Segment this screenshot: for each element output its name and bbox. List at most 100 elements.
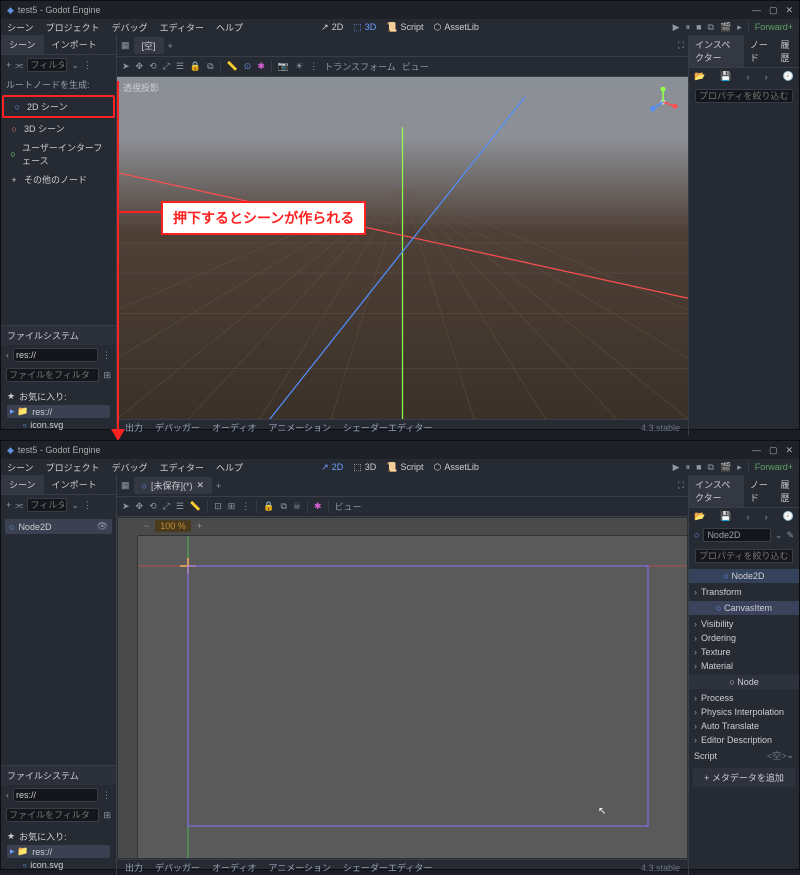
- add-metadata-button[interactable]: + メタデータを追加: [693, 768, 795, 787]
- create-other-node-button[interactable]: + その他のノード: [1, 170, 116, 189]
- remote-button[interactable]: ⧉: [708, 22, 714, 33]
- inspector-pin-icon[interactable]: ⌄: [775, 530, 783, 541]
- zoom-out-icon[interactable]: −: [144, 521, 149, 531]
- viewport-3d[interactable]: 透視投影: [117, 77, 688, 419]
- insp-open-icon[interactable]: 📂: [694, 71, 705, 82]
- tab-history[interactable]: 履歴: [775, 35, 799, 67]
- tab-inspector[interactable]: インスペクター: [689, 35, 744, 67]
- play-scene-button[interactable]: 🎬: [720, 462, 731, 473]
- pause-button[interactable]: ⏸: [686, 462, 691, 473]
- zoom-in-icon[interactable]: +: [197, 521, 202, 531]
- ruler-tool-icon[interactable]: 📏: [190, 501, 201, 512]
- stop-button[interactable]: ■: [696, 22, 701, 32]
- insp-nav-fwd-icon[interactable]: ›: [765, 512, 768, 522]
- panel-audio[interactable]: オーディオ: [212, 861, 256, 874]
- scene-tab-unsaved[interactable]: ○ [未保存](*) ✕: [134, 477, 212, 494]
- select-tool-icon[interactable]: ➤: [122, 61, 130, 72]
- panel-audio[interactable]: オーディオ: [212, 421, 256, 434]
- workspace-assetlib[interactable]: ⬡ AssetLib: [433, 462, 478, 473]
- grid-view-icon[interactable]: ⊞: [103, 810, 111, 821]
- group-icon[interactable]: ⧉: [280, 501, 286, 512]
- play-button[interactable]: ▶: [673, 462, 680, 473]
- minimize-button[interactable]: —: [752, 5, 761, 16]
- minimize-button[interactable]: —: [752, 445, 761, 456]
- select-tool-icon[interactable]: ➤: [122, 501, 130, 512]
- menu-scene[interactable]: シーン: [7, 461, 34, 474]
- snap-icon[interactable]: ⊙: [244, 61, 252, 72]
- tab-import[interactable]: インポート: [44, 475, 105, 494]
- tab-node[interactable]: ノード: [744, 35, 775, 67]
- prop-texture[interactable]: Texture: [689, 645, 799, 659]
- move-tool-icon[interactable]: ✥: [136, 61, 144, 72]
- scene-filter-input[interactable]: [27, 498, 67, 512]
- workspace-2d[interactable]: ↗ 2D: [321, 22, 343, 33]
- panel-animation[interactable]: アニメーション: [268, 421, 331, 434]
- prop-auto-translate[interactable]: Auto Translate: [689, 719, 799, 733]
- renderer-dropdown[interactable]: Forward+: [755, 462, 793, 472]
- add-tab-icon[interactable]: +: [216, 481, 221, 491]
- tab-import[interactable]: インポート: [44, 35, 105, 54]
- inspector-object-name[interactable]: Node2D: [703, 528, 770, 542]
- menu-help[interactable]: ヘルプ: [216, 461, 243, 474]
- fs-path-input[interactable]: [13, 348, 98, 362]
- inspector-filter-input[interactable]: [695, 89, 793, 103]
- maximize-button[interactable]: ▢: [769, 445, 778, 456]
- add-node-icon[interactable]: +: [6, 60, 11, 70]
- zoom-level[interactable]: 100 %: [155, 520, 191, 532]
- sun-icon[interactable]: ☀: [295, 61, 303, 72]
- section-node2d[interactable]: ○ Node2D: [689, 569, 799, 583]
- rotate-tool-icon[interactable]: ⟲: [149, 61, 157, 72]
- fs-filter-input[interactable]: [6, 808, 99, 822]
- prop-visibility[interactable]: Visibility: [689, 617, 799, 631]
- tab-scene[interactable]: シーン: [1, 475, 44, 494]
- workspace-3d[interactable]: ⬚ 3D: [353, 22, 376, 33]
- view-menu[interactable]: ビュー: [402, 60, 429, 73]
- expand-icon[interactable]: ⛶: [678, 40, 684, 51]
- prop-process[interactable]: Process: [689, 691, 799, 705]
- add-node-icon[interactable]: +: [6, 500, 11, 510]
- insp-nav-back-icon[interactable]: ‹: [747, 512, 750, 522]
- scale-tool-icon[interactable]: ⤢: [163, 61, 170, 72]
- camera-icon[interactable]: 📷: [278, 61, 289, 72]
- viewport-2d[interactable]: − 100 % +: [117, 517, 688, 859]
- play-scene-button[interactable]: 🎬: [720, 22, 731, 33]
- menu-editor[interactable]: エディター: [160, 461, 204, 474]
- fs-filter-input[interactable]: [6, 368, 99, 382]
- filter-options-icon[interactable]: ⌄: [71, 60, 79, 71]
- workspace-assetlib[interactable]: ⬡ AssetLib: [433, 22, 478, 33]
- tab-inspector[interactable]: インスペクター: [689, 475, 744, 507]
- panel-shader[interactable]: シェーダーエディター: [343, 421, 432, 434]
- smartsnap-icon[interactable]: ⊡: [214, 501, 222, 512]
- workspace-2d[interactable]: ↗ 2D: [321, 462, 343, 473]
- res-folder[interactable]: ▸ 📁res://: [7, 845, 110, 858]
- menu-debug[interactable]: デバッグ: [112, 21, 148, 34]
- create-ui-scene-button[interactable]: ○ ユーザーインターフェース: [1, 138, 116, 170]
- file-item[interactable]: ▫icon.svg: [7, 418, 110, 432]
- panel-debugger[interactable]: デバッガー: [155, 421, 200, 434]
- lock-icon[interactable]: 🔒: [263, 501, 274, 512]
- move-tool-icon[interactable]: ✥: [136, 501, 144, 512]
- prop-ordering[interactable]: Ordering: [689, 631, 799, 645]
- prop-editor-desc[interactable]: Editor Description: [689, 733, 799, 747]
- menu-scene[interactable]: シーン: [7, 21, 34, 34]
- close-tab-icon[interactable]: ✕: [196, 480, 204, 491]
- prop-script[interactable]: Script <空> ⌄: [689, 747, 799, 764]
- prop-physics[interactable]: Physics Interpolation: [689, 705, 799, 719]
- insp-save-icon[interactable]: 💾: [720, 71, 731, 82]
- lock-tool-icon[interactable]: 🔒: [190, 61, 201, 72]
- override-camera-icon[interactable]: ✱: [314, 501, 322, 512]
- remote-button[interactable]: ⧉: [708, 462, 714, 473]
- panel-shader[interactable]: シェーダーエディター: [343, 861, 432, 874]
- scale-tool-icon[interactable]: ⤢: [163, 501, 170, 512]
- skeleton-icon[interactable]: ☠: [293, 501, 301, 512]
- perspective-label[interactable]: 透視投影: [123, 81, 159, 94]
- back-icon[interactable]: ‹: [6, 790, 9, 800]
- tab-scene[interactable]: シーン: [1, 35, 44, 54]
- play-custom-button[interactable]: ▸: [737, 22, 742, 33]
- menu-debug[interactable]: デバッグ: [112, 461, 148, 474]
- script-dropdown-icon[interactable]: ⌄: [786, 750, 794, 761]
- fs-more-icon[interactable]: ⋮: [102, 790, 111, 801]
- filter-options-icon[interactable]: ⌄: [71, 500, 79, 511]
- create-3d-scene-button[interactable]: ○ 3D シーン: [1, 119, 116, 138]
- res-folder[interactable]: ▸ 📁res://: [7, 405, 110, 418]
